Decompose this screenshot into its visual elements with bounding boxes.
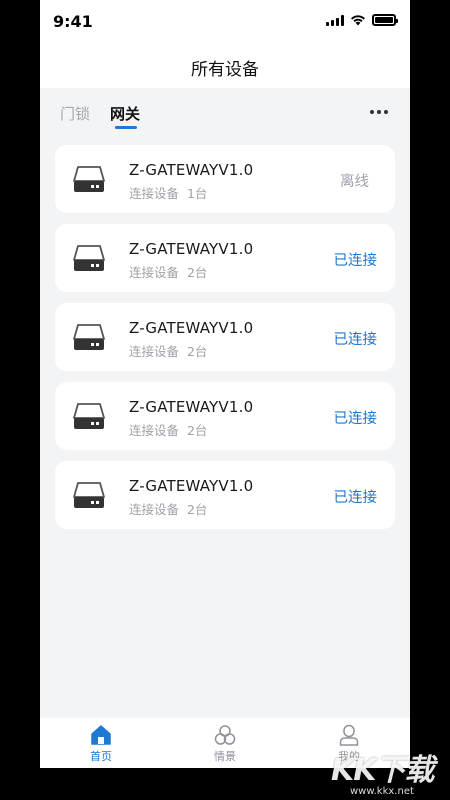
page-title: 所有设备 [191,60,259,80]
scene-icon [214,725,236,745]
gateway-device-icon [73,245,105,271]
device-name: Z-GATEWAYV1.0 [129,161,254,179]
device-name: Z-GATEWAYV1.0 [129,240,254,258]
gateway-device-icon [73,403,105,429]
gateway-device-icon [73,166,105,192]
device-type-tabs: 门锁 网关 [40,88,410,132]
app-screen: 9:41 所有设备 门锁 网关 Z-GATEWAYV1.0 连接设备 1台 离线… [40,0,410,800]
nav-bar: 所有设备 [40,44,410,88]
device-card[interactable]: Z-GATEWAYV1.0 连接设备 1台 离线 [55,145,395,213]
more-dots-icon[interactable] [370,110,388,114]
watermark-url: www.kkx.net [350,786,414,797]
tab-door-lock[interactable]: 门锁 [60,103,90,124]
device-name: Z-GATEWAYV1.0 [129,398,254,416]
status-time: 9:41 [53,12,93,31]
tabbar-home[interactable]: 首页 [71,724,131,764]
wifi-icon [351,15,365,26]
user-icon [339,724,359,746]
gateway-device-icon [73,482,105,508]
tab-gateway[interactable]: 网关 [110,103,140,124]
device-status: 已连接 [333,253,378,269]
device-card[interactable]: Z-GATEWAYV1.0 连接设备 2台 已连接 [55,382,395,450]
status-icons [326,14,398,26]
device-connected-count: 连接设备 2台 [129,344,208,359]
active-tab-indicator [115,126,137,129]
device-status: 已连接 [333,332,378,348]
tabbar-scene-label: 情景 [214,750,236,763]
device-name: Z-GATEWAYV1.0 [129,477,254,495]
gateway-device-icon [73,324,105,350]
device-card[interactable]: Z-GATEWAYV1.0 连接设备 2台 已连接 [55,461,395,529]
device-connected-count: 连接设备 2台 [129,265,208,280]
status-bar: 9:41 [40,0,410,44]
home-icon [91,725,111,745]
device-status: 离线 [340,174,369,190]
battery-icon [372,14,398,26]
device-status: 已连接 [333,490,378,506]
device-card[interactable]: Z-GATEWAYV1.0 连接设备 2台 已连接 [55,303,395,371]
watermark-logo: KK下载 [331,753,434,788]
device-connected-count: 连接设备 1台 [129,186,208,201]
device-connected-count: 连接设备 2台 [129,502,208,517]
device-connected-count: 连接设备 2台 [129,423,208,438]
tabbar-home-label: 首页 [90,750,112,763]
tabbar-scene[interactable]: 情景 [195,724,255,764]
device-status: 已连接 [333,411,378,427]
device-card[interactable]: Z-GATEWAYV1.0 连接设备 2台 已连接 [55,224,395,292]
signal-icon [326,14,344,26]
device-name: Z-GATEWAYV1.0 [129,319,254,337]
